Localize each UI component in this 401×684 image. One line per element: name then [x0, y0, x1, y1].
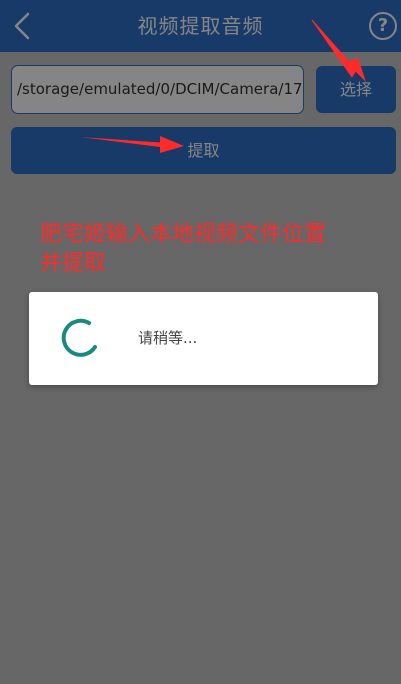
loading-dialog: 请稍等...: [29, 292, 378, 385]
annotation-line-1: 肥宅姬输入本地视频文件位置: [40, 222, 327, 247]
app-screen: 视频提取音频 ? /storage/emulated/0/DCIM/Camera…: [0, 0, 401, 684]
annotation-text: 肥宅姬输入本地视频文件位置 并提取: [40, 220, 380, 278]
loading-message: 请稍等...: [138, 329, 198, 347]
loading-spinner-icon: [61, 318, 97, 357]
annotation-line-2: 并提取: [40, 251, 107, 276]
